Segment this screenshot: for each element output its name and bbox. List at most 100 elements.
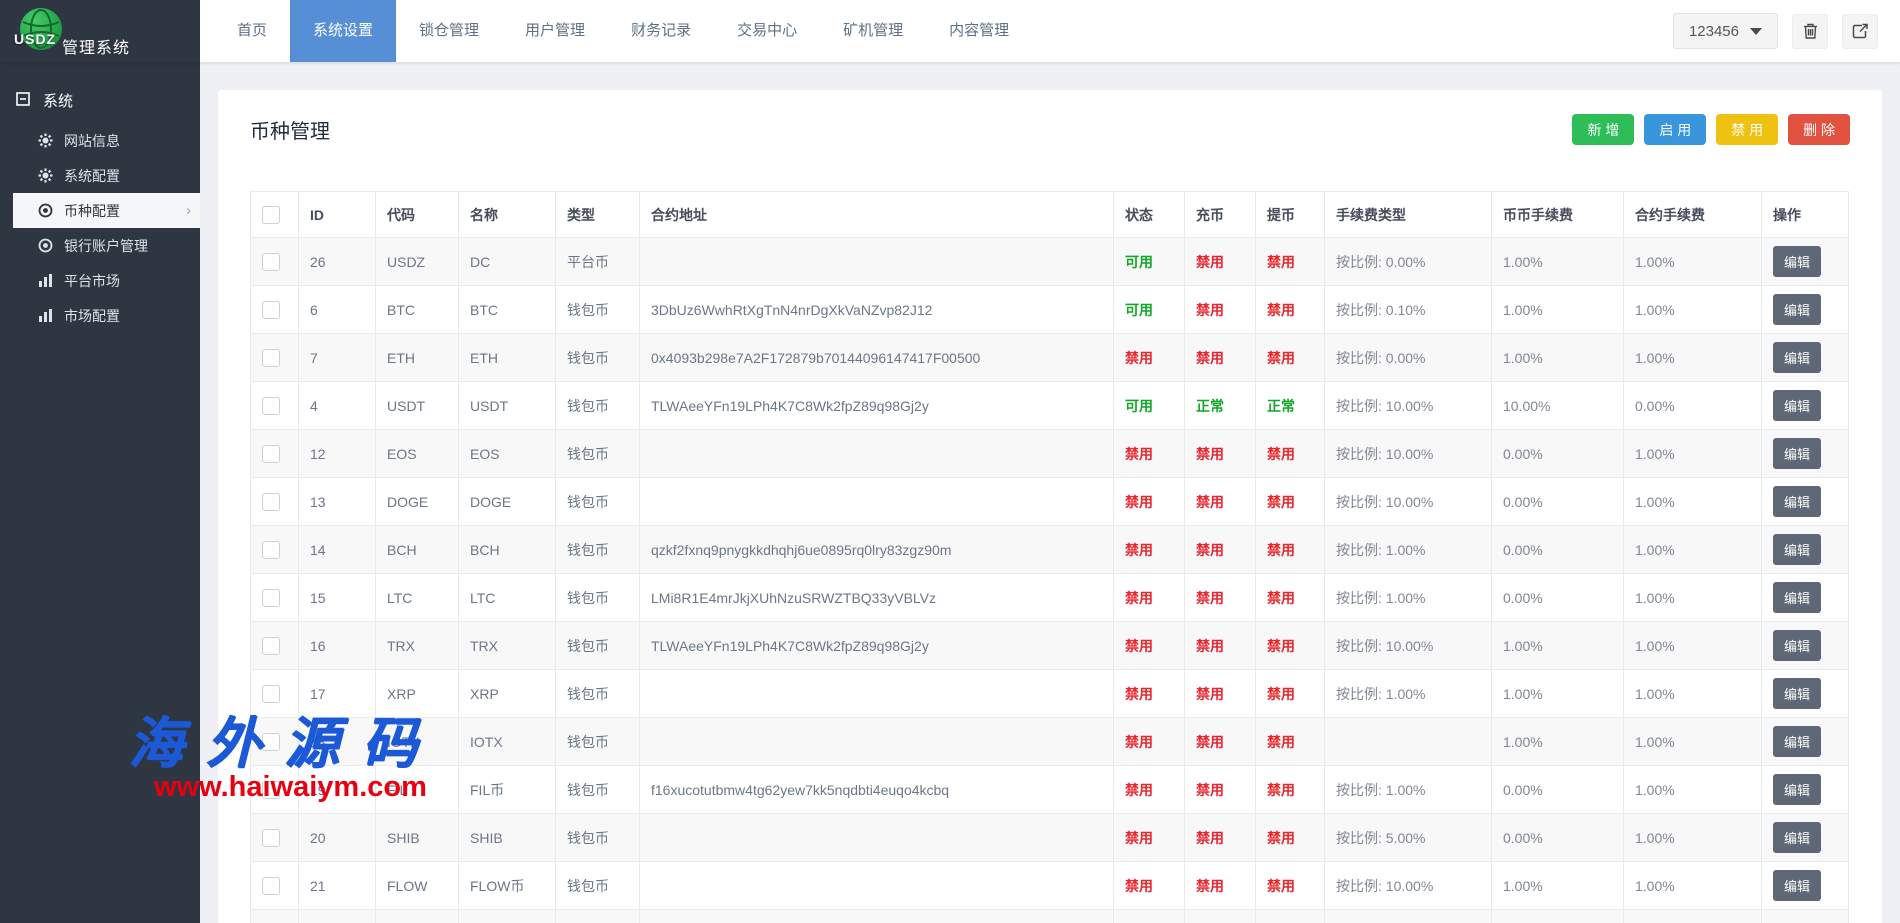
cell-contract-fee: 1.00%	[1624, 574, 1762, 622]
row-checkbox[interactable]	[262, 781, 280, 799]
nav-tab-miner-management[interactable]: 矿机管理	[820, 0, 926, 62]
edit-button[interactable]: 编辑	[1773, 246, 1821, 277]
cell-checkbox	[251, 382, 299, 430]
cell-name: BTC	[459, 286, 556, 334]
delete-button[interactable]: 删 除	[1788, 114, 1850, 145]
cell-coin-fee: 0.00%	[1492, 430, 1624, 478]
cell-withdraw-status: 禁用	[1256, 574, 1325, 622]
nav-tab-lock-management[interactable]: 锁仓管理	[396, 0, 502, 62]
cell-contract-address	[640, 478, 1114, 526]
row-checkbox[interactable]	[262, 685, 280, 703]
status-badge: 正常	[1267, 398, 1295, 414]
column-header: 类型	[556, 192, 640, 238]
row-checkbox[interactable]	[262, 253, 280, 271]
edit-button[interactable]: 编辑	[1773, 822, 1821, 853]
cell-status: 禁用	[1114, 766, 1185, 814]
cell-id: 6	[299, 286, 376, 334]
edit-button[interactable]: 编辑	[1773, 390, 1821, 421]
cell-name: SHIB	[459, 814, 556, 862]
nav-tab-finance-records[interactable]: 财务记录	[608, 0, 714, 62]
row-checkbox[interactable]	[262, 445, 280, 463]
cell-deposit-status: 禁用	[1185, 622, 1256, 670]
cell-deposit-status: 禁用	[1185, 670, 1256, 718]
sidebar-item-bank-account[interactable]: 银行账户管理	[0, 228, 200, 263]
sidebar-item-market-config[interactable]: 市场配置	[0, 298, 200, 333]
row-checkbox[interactable]	[262, 301, 280, 319]
cell-withdraw-status: 禁用	[1256, 766, 1325, 814]
cell-status: 禁用	[1114, 862, 1185, 910]
bar-chart-icon	[38, 273, 53, 288]
nav-tab-content-management[interactable]: 内容管理	[926, 0, 1032, 62]
cell-checkbox	[251, 766, 299, 814]
cell-withdraw-status: 禁用	[1256, 478, 1325, 526]
row-checkbox[interactable]	[262, 829, 280, 847]
nav-tab-system-settings[interactable]: 系统设置	[290, 0, 396, 62]
cell-fee-type: 按比例: 0.10%	[1325, 286, 1492, 334]
nav-tab-trade-center[interactable]: 交易中心	[714, 0, 820, 62]
cell-action: 编辑	[1762, 622, 1849, 670]
logout-button[interactable]	[1842, 14, 1878, 49]
trash-button[interactable]	[1792, 14, 1828, 49]
sidebar-item-system-config[interactable]: 系统配置	[0, 158, 200, 193]
edit-button[interactable]: 编辑	[1773, 294, 1821, 325]
table-row: 12EOSEOS钱包币禁用禁用禁用按比例: 10.00%0.00%1.00%编辑	[251, 430, 1849, 478]
row-checkbox[interactable]	[262, 637, 280, 655]
edit-button[interactable]: 编辑	[1773, 534, 1821, 565]
cell-contract-fee: 1.00%	[1624, 766, 1762, 814]
cell-empty	[640, 910, 1114, 923]
row-checkbox[interactable]	[262, 397, 280, 415]
edit-button[interactable]: 编辑	[1773, 486, 1821, 517]
cell-code: ETH	[376, 334, 459, 382]
sidebar-item-website-info[interactable]: 网站信息	[0, 123, 200, 158]
edit-button[interactable]: 编辑	[1773, 774, 1821, 805]
coin-table: ID代码名称类型合约地址状态充币提币手续费类型币币手续费合约手续费操作 26US…	[250, 191, 1849, 923]
disable-button[interactable]: 禁 用	[1716, 114, 1778, 145]
cell-deposit-status: 正常	[1185, 382, 1256, 430]
cell-fee-type: 按比例: 1.00%	[1325, 574, 1492, 622]
app-logo: USDZ 管理系统	[0, 0, 200, 62]
edit-button[interactable]: 编辑	[1773, 678, 1821, 709]
edit-button[interactable]: 编辑	[1773, 630, 1821, 661]
select-all-checkbox[interactable]	[262, 206, 280, 224]
edit-button[interactable]: 编辑	[1773, 870, 1821, 901]
cell-action: 编辑	[1762, 238, 1849, 286]
nav-tab-user-management[interactable]: 用户管理	[502, 0, 608, 62]
edit-button[interactable]: 编辑	[1773, 342, 1821, 373]
row-checkbox[interactable]	[262, 589, 280, 607]
edit-button[interactable]: 编辑	[1773, 726, 1821, 757]
cell-checkbox	[251, 718, 299, 766]
cell-empty	[1492, 910, 1624, 923]
sidebar-section-system[interactable]: 系统	[0, 62, 200, 123]
circle-dot-icon	[38, 203, 53, 218]
row-checkbox[interactable]	[262, 493, 280, 511]
cell-id: 19	[299, 766, 376, 814]
row-checkbox[interactable]	[262, 877, 280, 895]
nav-tab-home[interactable]: 首页	[214, 0, 290, 62]
cell-coin-fee: 0.00%	[1492, 478, 1624, 526]
enable-button[interactable]: 启 用	[1644, 114, 1706, 145]
status-badge: 禁用	[1196, 302, 1224, 318]
cell-checkbox	[251, 478, 299, 526]
sidebar-item-coin-config[interactable]: 币种配置 ›	[13, 193, 200, 228]
status-badge: 禁用	[1196, 734, 1224, 750]
cell-contract-address: LMi8R1E4mrJkjXUhNzuSRWZTBQ33yVBLVz	[640, 574, 1114, 622]
sidebar-item-platform-market[interactable]: 平台市场	[0, 263, 200, 298]
cell-status: 禁用	[1114, 718, 1185, 766]
status-badge: 禁用	[1196, 782, 1224, 798]
status-badge: 禁用	[1196, 638, 1224, 654]
cell-fee-type: 按比例: 10.00%	[1325, 622, 1492, 670]
cell-status: 禁用	[1114, 430, 1185, 478]
cell-contract-address: qzkf2fxnq9pnygkkdhqhj6ue0895rq0lry83zgz9…	[640, 526, 1114, 574]
edit-button[interactable]: 编辑	[1773, 438, 1821, 469]
add-button[interactable]: 新 增	[1572, 114, 1634, 145]
cell-coin-fee: 0.00%	[1492, 814, 1624, 862]
user-dropdown[interactable]: 123456	[1673, 13, 1778, 49]
row-checkbox[interactable]	[262, 541, 280, 559]
status-badge: 禁用	[1196, 542, 1224, 558]
row-checkbox[interactable]	[262, 733, 280, 751]
cell-contract-fee: 1.00%	[1624, 622, 1762, 670]
row-checkbox[interactable]	[262, 349, 280, 367]
gear-icon	[38, 133, 53, 148]
edit-button[interactable]: 编辑	[1773, 582, 1821, 613]
cell-deposit-status: 禁用	[1185, 430, 1256, 478]
